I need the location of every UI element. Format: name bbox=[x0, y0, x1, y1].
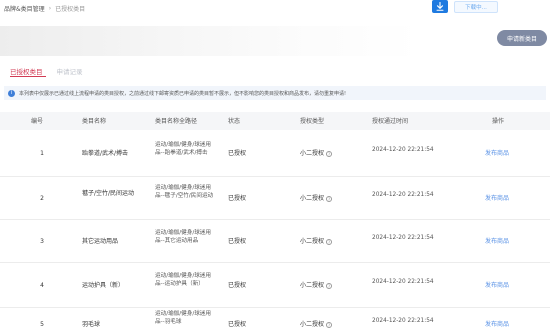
publish-product-link[interactable]: 发布商品 bbox=[485, 195, 525, 203]
breadcrumb-separator: › bbox=[48, 5, 52, 12]
row-auth-type: 小二授权? bbox=[300, 282, 350, 290]
notice-banner: i 本列表中仅展示已通过线上流程申请的类目授权，之前通过线下邮寄资质已申请的类目… bbox=[4, 86, 546, 100]
row-auth-time: 2024-12-20 22:21:54 bbox=[372, 192, 434, 198]
header-auth-type: 授权类型 bbox=[300, 118, 325, 125]
row-auth-time: 2024-12-20 22:21:54 bbox=[372, 318, 434, 324]
table-row: 1 跆拳道/武术/搏击 运动/瑜伽/健身/球迷用品--跆拳道/武术/搏击 已授权… bbox=[0, 130, 550, 177]
download-group: 下载中... bbox=[432, 0, 498, 13]
obscured-region bbox=[0, 26, 420, 56]
row-auth-type: 小二授权? bbox=[300, 195, 350, 203]
table-row: 3 其它运动用品 运动/瑜伽/健身/球迷用品--其它运动用品 已授权 小二授权?… bbox=[0, 220, 550, 263]
header-auth-time: 授权通过时间 bbox=[372, 118, 409, 125]
row-auth-time: 2024-12-20 22:21:54 bbox=[372, 147, 434, 153]
question-circle-icon[interactable]: ? bbox=[326, 150, 333, 157]
publish-product-link[interactable]: 发布商品 bbox=[485, 282, 525, 290]
table-row: 5 羽毛球 运动/瑜伽/健身/球迷用品--羽毛球 已授权 小二授权? 2024-… bbox=[0, 308, 550, 333]
question-circle-icon[interactable]: ? bbox=[326, 195, 333, 202]
top-bar: 品牌&类目管理 › 已授权类目 下载中... bbox=[0, 0, 550, 16]
active-tab-indicator bbox=[10, 76, 46, 77]
row-category-path: 运动/瑜伽/健身/球迷用品--跆拳道/武术/搏击 bbox=[155, 142, 211, 156]
table-row: 2 毽子/空竹/民间运动 运动/瑜伽/健身/球迷用品--毽子/空竹/民间运动 已… bbox=[0, 177, 550, 220]
download-progress-button[interactable]: 下载中... bbox=[454, 0, 498, 13]
info-icon: i bbox=[8, 89, 15, 97]
download-arrow-icon bbox=[436, 2, 444, 11]
row-auth-time: 2024-12-20 22:21:54 bbox=[372, 235, 434, 241]
breadcrumb: 品牌&类目管理 › 已授权类目 bbox=[4, 4, 85, 13]
question-circle-icon[interactable]: ? bbox=[326, 282, 333, 289]
row-status: 已授权 bbox=[228, 238, 247, 245]
header-category-path: 类目名称全路径 bbox=[155, 118, 198, 125]
row-index: 4 bbox=[40, 282, 44, 289]
row-status: 已授权 bbox=[228, 195, 247, 202]
question-circle-icon[interactable]: ? bbox=[326, 238, 333, 245]
row-index: 1 bbox=[40, 150, 44, 157]
row-auth-type-label: 小二授权 bbox=[300, 238, 325, 245]
row-auth-type-label: 小二授权 bbox=[300, 282, 325, 289]
question-circle-icon[interactable]: ? bbox=[326, 321, 333, 328]
row-category-name: 跆拳道/武术/搏击 bbox=[82, 150, 129, 157]
publish-product-link[interactable]: 发布商品 bbox=[485, 321, 525, 329]
row-category-name: 运动护具（新） bbox=[82, 282, 125, 289]
row-auth-type: 小二授权? bbox=[300, 150, 350, 158]
breadcrumb-current: 已授权类目 bbox=[55, 6, 86, 13]
row-status: 已授权 bbox=[228, 321, 247, 328]
row-status: 已授权 bbox=[228, 282, 247, 289]
row-category-name: 其它运动用品 bbox=[82, 238, 119, 245]
row-auth-time: 2024-12-20 22:21:54 bbox=[372, 279, 434, 285]
row-category-name: 毽子/空竹/民间运动 bbox=[82, 190, 135, 197]
header-operation: 操作 bbox=[492, 118, 505, 125]
header-status: 状态 bbox=[228, 118, 241, 125]
row-category-path: 运动/瑜伽/健身/球迷用品--其它运动用品 bbox=[155, 230, 211, 244]
header-category-name: 类目名称 bbox=[82, 118, 107, 125]
tab-bar: 已授权类目 申请记录 bbox=[10, 66, 83, 76]
row-index: 2 bbox=[40, 195, 44, 202]
notice-text: 本列表中仅展示已通过线上流程申请的类目授权，之前通过线下邮寄资质已申请的类目暂不… bbox=[19, 90, 347, 97]
header-index: 编号 bbox=[31, 118, 44, 125]
tab-authorized-categories[interactable]: 已授权类目 bbox=[10, 66, 43, 76]
apply-new-category-button[interactable]: 申请新类目 bbox=[497, 30, 547, 46]
row-index: 3 bbox=[40, 238, 44, 245]
publish-product-link[interactable]: 发布商品 bbox=[485, 150, 525, 158]
row-auth-type-label: 小二授权 bbox=[300, 321, 325, 328]
row-auth-type: 小二授权? bbox=[300, 321, 350, 329]
row-category-name: 羽毛球 bbox=[82, 321, 101, 328]
row-status: 已授权 bbox=[228, 150, 247, 157]
row-category-path: 运动/瑜伽/健身/球迷用品--羽毛球 bbox=[155, 311, 211, 325]
row-index: 5 bbox=[40, 321, 44, 328]
table-row: 4 运动护具（新） 运动/瑜伽/健身/球迷用品--运动护具（新） 已授权 小二授… bbox=[0, 263, 550, 308]
row-category-path: 运动/瑜伽/健身/球迷用品--运动护具（新） bbox=[155, 273, 211, 287]
row-auth-type: 小二授权? bbox=[300, 238, 350, 246]
row-category-path: 运动/瑜伽/健身/球迷用品--毽子/空竹/民间运动 bbox=[155, 185, 214, 199]
download-icon-button[interactable] bbox=[432, 0, 448, 13]
row-auth-type-label: 小二授权 bbox=[300, 195, 325, 202]
table-header: 编号 类目名称 类目名称全路径 状态 授权类型 授权通过时间 操作 bbox=[0, 112, 550, 130]
tab-application-records[interactable]: 申请记录 bbox=[57, 66, 83, 76]
publish-product-link[interactable]: 发布商品 bbox=[485, 238, 525, 246]
row-auth-type-label: 小二授权 bbox=[300, 150, 325, 157]
breadcrumb-parent[interactable]: 品牌&类目管理 bbox=[4, 4, 45, 13]
